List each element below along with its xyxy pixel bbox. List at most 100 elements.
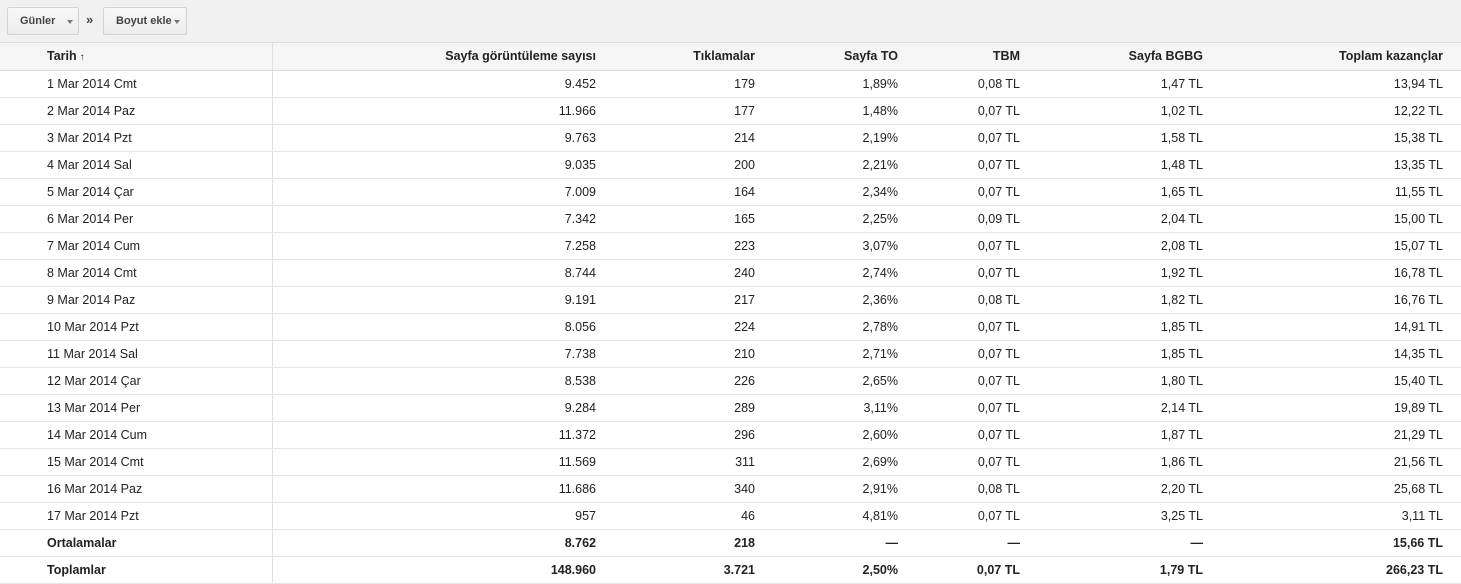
table-row: 7 Mar 2014 Cum 7.258 223 3,07% 0,07 TL 2,08 T… [0,232,1461,260]
cell-total-earnings: 11,55 TL [1220,178,1461,206]
report-toolbar: Günler » Boyut ekle [0,0,1461,43]
cell-date: Toplamlar [0,556,273,584]
cell-page-ctr: 3,07% [772,232,915,260]
table-row: 17 Mar 2014 Pzt 957 46 4,81% 0,07 TL 3,25 TL 3… [0,502,1461,530]
cell-cpc: 0,07 TL [915,502,1037,530]
cell-cpc: 0,07 TL [915,178,1037,206]
cell-clicks: 200 [613,151,772,179]
dimension-dropdown[interactable]: Günler [7,7,79,35]
cell-date: 6 Mar 2014 Per [0,205,273,233]
cell-page-ctr: 2,69% [772,448,915,476]
cell-cpc: 0,07 TL [915,421,1037,449]
cell-page-rpm: 1,86 TL [1037,448,1220,476]
cell-page-rpm: 1,79 TL [1037,556,1220,584]
breadcrumb-separator: » [86,12,94,27]
column-header-pageviews[interactable]: Sayfa görüntüleme sayısı [272,43,613,71]
cell-pageviews: 9.035 [272,151,613,179]
cell-cpc: 0,07 TL [915,340,1037,368]
cell-total-earnings: 21,56 TL [1220,448,1461,476]
cell-cpc: 0,07 TL [915,367,1037,395]
cell-date: 11 Mar 2014 Sal [0,340,273,368]
cell-cpc: 0,07 TL [915,259,1037,287]
cell-date: 17 Mar 2014 Pzt [0,502,273,530]
column-header-total-earnings[interactable]: Toplam kazançlar [1220,43,1461,71]
cell-date: 4 Mar 2014 Sal [0,151,273,179]
dimension-dropdown-label: Günler [20,15,56,27]
cell-cpc: 0,07 TL [915,151,1037,179]
cell-total-earnings: 14,91 TL [1220,313,1461,341]
cell-date: 9 Mar 2014 Paz [0,286,273,314]
cell-pageviews: 8.744 [272,259,613,287]
add-dimension-dropdown[interactable]: Boyut ekle [103,7,187,35]
column-header-cpc[interactable]: TBM [915,43,1037,71]
cell-page-ctr: 2,65% [772,367,915,395]
cell-pageviews: 9.763 [272,124,613,152]
cell-clicks: 226 [613,367,772,395]
cell-total-earnings: 14,35 TL [1220,340,1461,368]
cell-total-earnings: 21,29 TL [1220,421,1461,449]
cell-date: 3 Mar 2014 Pzt [0,124,273,152]
cell-total-earnings: 15,66 TL [1220,529,1461,557]
cell-pageviews: 11.569 [272,448,613,476]
cell-page-ctr: 2,60% [772,421,915,449]
column-header-page-ctr[interactable]: Sayfa TO [772,43,915,71]
cell-page-ctr: 2,78% [772,313,915,341]
cell-cpc: 0,08 TL [915,70,1037,98]
cell-total-earnings: 19,89 TL [1220,394,1461,422]
sort-ascending-icon: ↑ [79,52,85,64]
cell-clicks: 164 [613,178,772,206]
cell-pageviews: 8.056 [272,313,613,341]
cell-total-earnings: 15,00 TL [1220,205,1461,233]
cell-pageviews: 11.372 [272,421,613,449]
cell-pageviews: 957 [272,502,613,530]
cell-page-ctr: 1,89% [772,70,915,98]
cell-page-rpm: 2,20 TL [1037,475,1220,503]
cell-page-ctr: — [772,529,915,557]
cell-clicks: 3.721 [613,556,772,584]
column-header-page-rpm[interactable]: Sayfa BGBG [1037,43,1220,71]
cell-cpc: 0,07 TL [915,97,1037,125]
cell-clicks: 218 [613,529,772,557]
cell-page-ctr: 2,19% [772,124,915,152]
column-header-date[interactable]: Tarih ↑ [0,43,273,71]
cell-total-earnings: 12,22 TL [1220,97,1461,125]
column-header-clicks[interactable]: Tıklamalar [613,43,772,71]
cell-date: 13 Mar 2014 Per [0,394,273,422]
cell-cpc: 0,07 TL [915,556,1037,584]
cell-page-ctr: 2,91% [772,475,915,503]
cell-clicks: 214 [613,124,772,152]
cell-total-earnings: 15,07 TL [1220,232,1461,260]
cell-date: 15 Mar 2014 Cmt [0,448,273,476]
cell-page-rpm: 1,80 TL [1037,367,1220,395]
cell-total-earnings: 13,94 TL [1220,70,1461,98]
cell-total-earnings: 15,38 TL [1220,124,1461,152]
cell-clicks: 46 [613,502,772,530]
cell-page-rpm: 3,25 TL [1037,502,1220,530]
cell-pageviews: 148.960 [272,556,613,584]
cell-cpc: 0,07 TL [915,394,1037,422]
cell-pageviews: 9.284 [272,394,613,422]
cell-total-earnings: 16,78 TL [1220,259,1461,287]
cell-pageviews: 9.452 [272,70,613,98]
cell-cpc: 0,07 TL [915,124,1037,152]
cell-cpc: 0,07 TL [915,313,1037,341]
cell-clicks: 210 [613,340,772,368]
cell-clicks: 224 [613,313,772,341]
cell-page-ctr: 2,36% [772,286,915,314]
cell-clicks: 177 [613,97,772,125]
table-row: 3 Mar 2014 Pzt 9.763 214 2,19% 0,07 TL 1,58 T… [0,124,1461,152]
cell-total-earnings: 16,76 TL [1220,286,1461,314]
cell-page-rpm: 1,82 TL [1037,286,1220,314]
cell-cpc: — [915,529,1037,557]
cell-clicks: 311 [613,448,772,476]
cell-pageviews: 11.686 [272,475,613,503]
cell-page-rpm: 1,58 TL [1037,124,1220,152]
cell-page-rpm: 1,87 TL [1037,421,1220,449]
table-row: 14 Mar 2014 Cum 11.372 296 2,60% 0,07 TL 1,87… [0,421,1461,449]
table-row: 4 Mar 2014 Sal 9.035 200 2,21% 0,07 TL 1,48 T… [0,151,1461,179]
cell-page-ctr: 4,81% [772,502,915,530]
cell-pageviews: 7.258 [272,232,613,260]
cell-cpc: 0,08 TL [915,286,1037,314]
cell-page-rpm: 1,85 TL [1037,313,1220,341]
table-row: 11 Mar 2014 Sal 7.738 210 2,71% 0,07 TL 1,85 … [0,340,1461,368]
